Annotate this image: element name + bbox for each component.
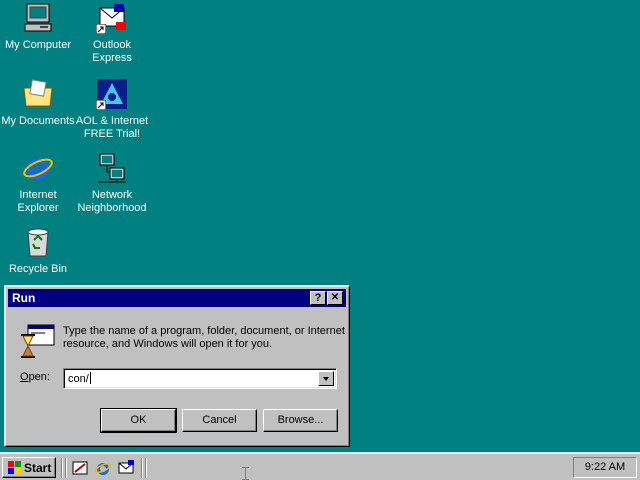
desktop-icon-my-documents[interactable]: My Documents — [0, 78, 76, 128]
start-label: Start — [24, 461, 52, 475]
browse-button[interactable]: Browse... — [263, 409, 338, 432]
run-description: Type the name of a program, folder, docu… — [63, 325, 345, 350]
desktop-icon-label: Network Neighborhood — [77, 189, 147, 214]
desktop-icon-outlook-express[interactable]: Outlook Express — [74, 2, 150, 65]
open-input[interactable]: con/ — [68, 372, 91, 385]
text-caret — [89, 372, 91, 384]
internet-explorer-icon[interactable] — [94, 459, 112, 477]
start-button[interactable]: Start — [2, 457, 56, 478]
desktop-icon-my-computer[interactable]: My Computer — [0, 2, 76, 52]
desktop-icon-label: Internet Explorer — [17, 189, 59, 214]
desktop-icon-network-neighborhood[interactable]: Network Neighborhood — [74, 152, 150, 215]
desktop-icon-recycle-bin[interactable]: Recycle Bin — [0, 226, 76, 276]
desktop-icon-label: My Documents — [1, 115, 75, 127]
system-tray-clock[interactable]: 9:22 AM — [573, 457, 637, 478]
recycle-bin-icon — [22, 226, 54, 258]
windows-logo-icon — [8, 461, 21, 474]
desktop-icon-label: Outlook Express — [92, 39, 132, 64]
close-button[interactable]: ✕ — [327, 291, 343, 305]
show-desktop-icon[interactable] — [71, 459, 89, 477]
taskbar-separator — [65, 458, 67, 478]
outlook-express-icon[interactable] — [117, 459, 135, 477]
desktop-icon-aol[interactable]: AOL & Internet FREE Trial! — [74, 78, 150, 141]
open-label: Open: — [20, 371, 50, 383]
shortcut-arrow-icon — [96, 100, 106, 110]
open-label-text: pen: — [28, 371, 50, 383]
my-documents-icon — [22, 78, 54, 110]
help-button[interactable]: ? — [310, 291, 326, 305]
aol-icon — [96, 78, 128, 110]
title-bar[interactable]: Run ? ✕ — [8, 289, 346, 307]
run-program-icon — [19, 323, 55, 359]
outlook-express-icon — [96, 2, 128, 34]
desktop-icon-label: Recycle Bin — [8, 263, 68, 275]
cancel-button[interactable]: Cancel — [182, 409, 257, 432]
my-computer-icon — [22, 2, 54, 34]
open-combobox[interactable]: con/ — [63, 368, 337, 389]
open-label-accelerator: O — [20, 371, 29, 383]
taskbar-separator — [61, 458, 63, 478]
desktop-icon-internet-explorer[interactable]: Internet Explorer — [0, 152, 76, 215]
network-neighborhood-icon — [96, 152, 128, 184]
desktop-icon-label: AOL & Internet FREE Trial! — [75, 115, 149, 140]
run-dialog: Run ? ✕ Type the name of a program, fold… — [4, 285, 350, 447]
open-input-value: con/ — [68, 373, 89, 385]
shortcut-arrow-icon — [96, 24, 106, 34]
ok-button[interactable]: OK — [100, 408, 177, 433]
taskbar-separator — [145, 458, 147, 478]
chevron-down-icon[interactable] — [318, 371, 334, 386]
desktop-icon-label: My Computer — [4, 39, 72, 51]
internet-explorer-icon — [22, 152, 54, 184]
taskbar-separator — [141, 458, 143, 478]
taskbar: Start 9:22 AM — [0, 452, 640, 480]
mouse-cursor-icon — [242, 467, 249, 480]
window-title: Run — [12, 291, 36, 305]
